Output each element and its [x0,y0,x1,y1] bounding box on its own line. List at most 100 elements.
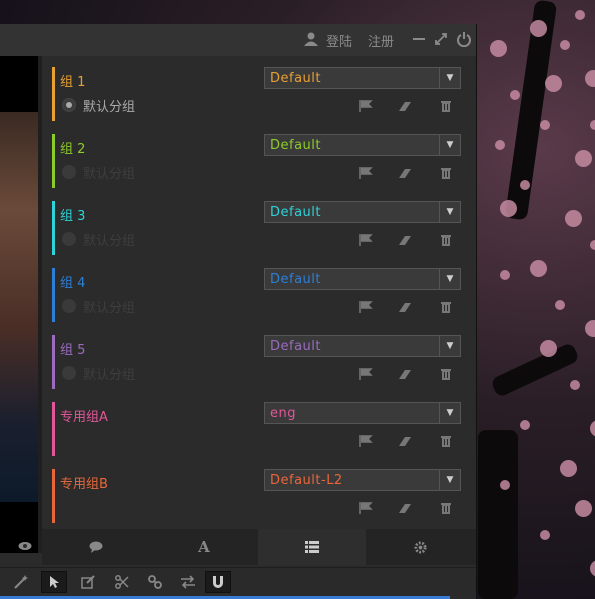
eraser-icon[interactable] [398,301,412,313]
power-icon[interactable] [456,31,472,47]
tab-list[interactable] [258,529,366,565]
font-icon: A [198,538,210,556]
tree-branch [478,430,518,599]
group-select[interactable]: eng ▼ [264,402,461,424]
blossom [575,500,592,517]
chevron-down-icon[interactable]: ▼ [439,269,460,289]
trash-icon[interactable] [439,167,453,179]
group-name: 组 1 [60,75,86,90]
pointer-tool-button[interactable] [41,571,67,593]
blossom [495,140,505,150]
tab-font[interactable]: A [150,529,258,565]
group-row: 组 4 默认分组 Default ▼ [52,268,472,322]
group-select-value: Default [270,71,321,86]
blossom [520,420,530,430]
magic-wand-tool-button[interactable] [8,571,34,593]
group-select[interactable]: Default-L2 ▼ [264,469,461,491]
trash-icon[interactable] [439,368,453,380]
title-bar: 登陆 注册 [0,24,476,57]
eraser-icon[interactable] [398,502,412,514]
chevron-down-icon[interactable]: ▼ [439,336,460,356]
default-group-radio[interactable] [62,299,76,313]
swap-tool-button[interactable] [175,571,201,593]
user-icon [304,32,318,46]
chevron-down-icon[interactable]: ▼ [439,68,460,88]
blossom [530,260,547,277]
group-row: 组 2 默认分组 Default ▼ [52,134,472,188]
chevron-down-icon[interactable]: ▼ [439,403,460,423]
flag-icon[interactable] [359,435,373,447]
maximize-icon[interactable] [433,31,449,47]
group-row: 组 1 默认分组 Default ▼ [52,67,472,121]
eye-icon[interactable] [18,540,32,552]
blossom [560,460,577,477]
group-select-value: Default [270,138,321,153]
blossom [500,270,510,280]
magnet-icon [211,575,225,589]
gear-icon [413,540,427,554]
default-group-radio[interactable] [62,165,76,179]
bottom-tabs: A [42,529,476,565]
trash-icon[interactable] [439,435,453,447]
group-select-value: Default [270,205,321,220]
blossom [540,530,550,540]
group-select[interactable]: Default ▼ [264,335,461,357]
scissors-tool-button[interactable] [109,571,135,593]
tab-gear[interactable] [366,529,474,565]
group-select[interactable]: Default ▼ [264,201,461,223]
scissors-icon [115,575,129,589]
trash-icon[interactable] [439,100,453,112]
minimize-icon[interactable] [411,31,427,47]
group-row: 组 3 默认分组 Default ▼ [52,201,472,255]
flag-icon[interactable] [359,234,373,246]
eraser-icon[interactable] [398,100,412,112]
group-name: 组 3 [60,209,86,224]
trash-icon[interactable] [439,301,453,313]
pointer-icon [48,575,60,589]
eraser-icon[interactable] [398,368,412,380]
flag-icon[interactable] [359,301,373,313]
chevron-down-icon[interactable]: ▼ [439,135,460,155]
video-frame [0,112,38,502]
link-tool-button[interactable] [142,571,168,593]
chevron-down-icon[interactable]: ▼ [439,202,460,222]
group-color-bar [52,402,55,456]
magnet-tool-button[interactable] [205,571,231,593]
list-icon [305,541,319,553]
chevron-down-icon[interactable]: ▼ [439,470,460,490]
default-group-radio[interactable] [62,366,76,380]
group-color-bar [52,469,55,523]
flag-icon[interactable] [359,368,373,380]
default-group-label: 默认分组 [83,368,136,383]
blossom [575,10,585,20]
flag-icon[interactable] [359,100,373,112]
trash-icon[interactable] [439,234,453,246]
group-row: 专用组A eng ▼ [52,402,472,456]
eraser-icon[interactable] [398,167,412,179]
group-select[interactable]: Default ▼ [264,67,461,89]
blossom [560,40,570,50]
flag-icon[interactable] [359,167,373,179]
default-group-radio[interactable] [62,232,76,246]
group-select[interactable]: Default ▼ [264,134,461,156]
register-link[interactable]: 注册 [368,31,394,50]
group-select-value: eng [270,406,296,421]
eraser-icon[interactable] [398,435,412,447]
blossom [575,150,592,167]
edit-tool-button[interactable] [75,571,101,593]
trash-icon[interactable] [439,502,453,514]
default-group-radio[interactable] [62,98,76,112]
blossom [570,380,580,390]
group-select[interactable]: Default ▼ [264,268,461,290]
eraser-icon[interactable] [398,234,412,246]
blossom [520,180,530,190]
tab-chat[interactable] [42,529,150,565]
group-panel: 组 1 默认分组 Default ▼ 组 2 默认分组 Default ▼ 组 … [42,56,476,554]
blossom [585,70,595,87]
blossom [590,240,595,250]
group-color-bar [52,335,55,389]
blossom [540,120,550,130]
login-link[interactable]: 登陆 [326,31,352,50]
flag-icon[interactable] [359,502,373,514]
blossom [530,20,547,37]
